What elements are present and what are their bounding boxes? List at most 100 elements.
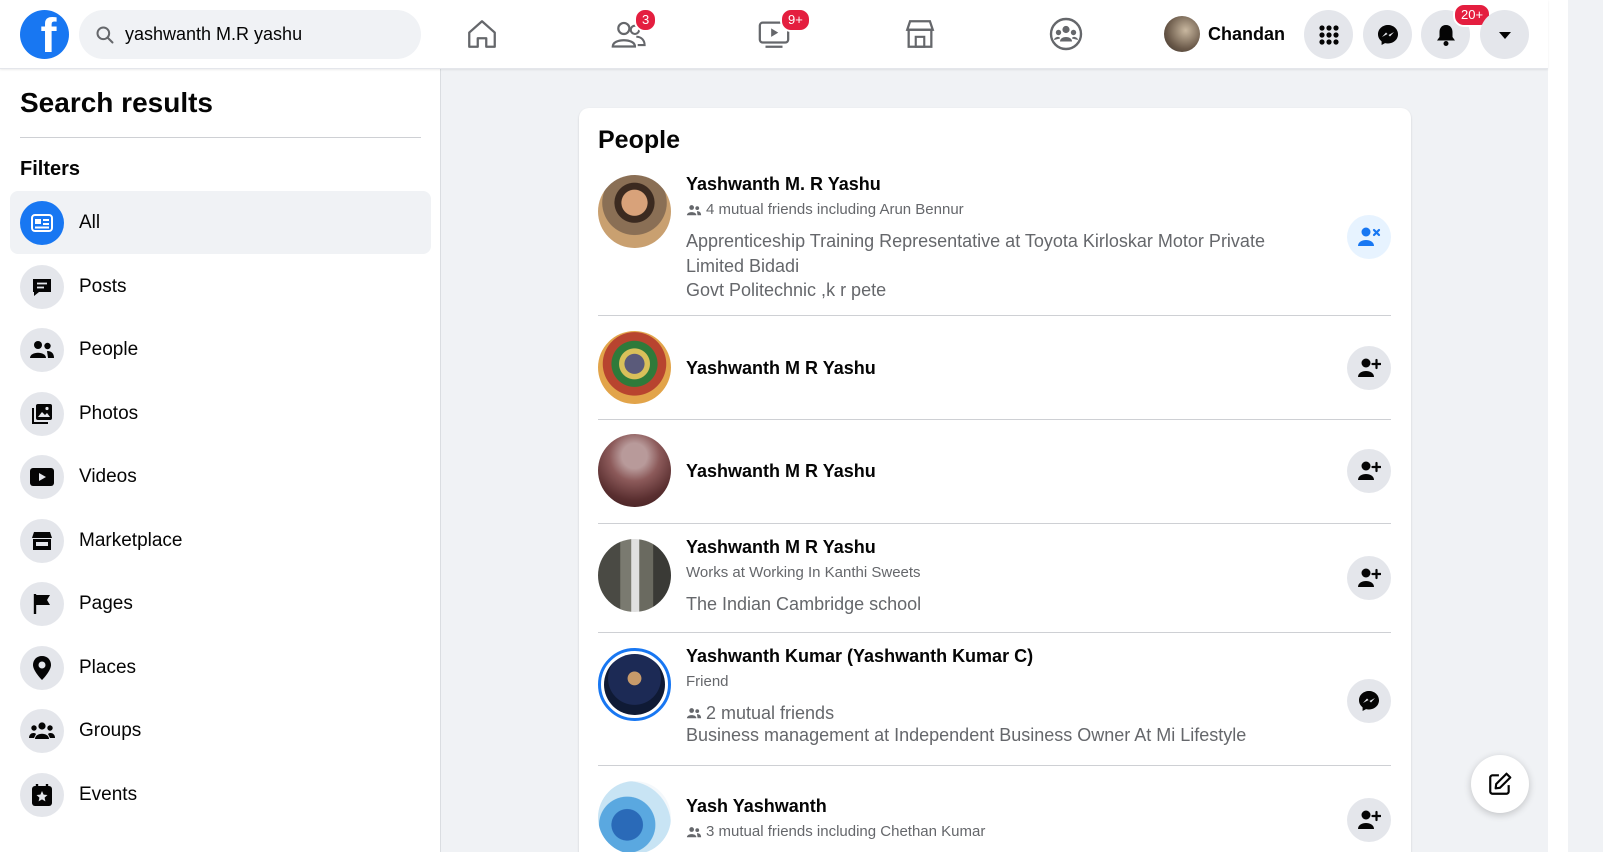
mutual-friends-icon [686, 826, 702, 837]
divider [20, 137, 421, 138]
person-name[interactable]: Yashwanth M. R Yashu [686, 173, 1326, 195]
filter-all[interactable]: All [10, 191, 431, 254]
filter-groups[interactable]: Groups [10, 699, 431, 762]
person-work: Works at Working In Kanthi Sweets [686, 564, 921, 581]
events-icon [20, 772, 64, 817]
places-icon [20, 645, 64, 690]
filter-places[interactable]: Places [10, 636, 431, 699]
avatar[interactable] [598, 648, 671, 721]
avatar[interactable] [598, 331, 671, 404]
person-education: The Indian Cambridge school [686, 594, 922, 614]
avatar[interactable] [598, 434, 671, 507]
messenger-button[interactable] [1363, 10, 1412, 59]
mutual-friends-icon [686, 707, 702, 718]
groups-nav-icon[interactable] [1046, 14, 1086, 54]
person-name[interactable]: Yashwanth M R Yashu [686, 460, 1326, 482]
menu-button[interactable] [1304, 10, 1353, 59]
cancel-request-button[interactable] [1347, 215, 1391, 259]
add-friend-icon [1358, 461, 1381, 480]
person-description: Apprenticeship Training Representative a… [686, 231, 1265, 276]
person-description: Business management at Independent Busin… [686, 725, 1247, 745]
people-results-card: People Yashwanth M. R Yashu 4 mutual fri… [579, 108, 1411, 852]
search-input[interactable] [125, 24, 405, 45]
person-name[interactable]: Yashwanth Kumar (Yashwanth Kumar C) [686, 645, 1326, 667]
top-navigation-bar: f 3 9+ Chandan 20+ [0, 0, 1548, 69]
account-menu-button[interactable] [1480, 10, 1529, 59]
filter-label: Videos [79, 465, 137, 487]
add-friend-button[interactable] [1347, 556, 1391, 600]
page-scrollbar[interactable] [1548, 0, 1568, 852]
add-friend-button[interactable] [1347, 798, 1391, 842]
filter-photos[interactable]: Photos [10, 382, 431, 445]
marketplace-icon [20, 518, 64, 563]
avatar[interactable] [598, 781, 671, 852]
filter-label: Photos [79, 402, 139, 424]
add-friend-icon [1358, 568, 1381, 587]
facebook-logo-icon[interactable]: f [20, 10, 69, 59]
mutual-friends-icon [686, 204, 702, 215]
filter-events[interactable]: Events [10, 763, 431, 826]
profile-name: Chandan [1208, 23, 1286, 44]
avatar[interactable] [598, 175, 671, 248]
mutual-friends: 4 mutual friends including Arun Bennur [686, 200, 1326, 220]
cancel-friend-request-icon [1358, 227, 1381, 246]
filter-videos[interactable]: Videos [10, 445, 431, 508]
add-friend-button[interactable] [1347, 449, 1391, 493]
friend-status: Friend [686, 673, 729, 690]
filter-label: Pages [79, 592, 133, 614]
filter-label: All [79, 211, 101, 233]
marketplace-nav-icon[interactable] [900, 14, 940, 54]
filter-label: Marketplace [79, 529, 183, 551]
filter-posts[interactable]: Posts [10, 255, 431, 318]
mutual-friends: 3 mutual friends including Chethan Kumar [686, 822, 1326, 842]
add-friend-icon [1358, 810, 1381, 829]
mutual-friends: 2 mutual friends [686, 703, 1326, 723]
list-item[interactable]: Yashwanth M R Yashu [598, 420, 1391, 524]
message-button[interactable] [1347, 679, 1391, 723]
profile-chip[interactable]: Chandan [1164, 15, 1285, 53]
watch-badge: 9+ [780, 8, 811, 32]
person-name[interactable]: Yashwanth M R Yashu [686, 357, 1326, 379]
filter-label: People [79, 338, 139, 360]
person-name[interactable]: Yash Yashwanth [686, 795, 1326, 817]
new-message-button[interactable] [1471, 755, 1529, 813]
search-box[interactable] [79, 10, 421, 59]
avatar [1164, 16, 1200, 52]
people-icon [20, 327, 64, 372]
caret-down-icon [1498, 31, 1511, 39]
search-icon [96, 26, 114, 43]
person-education: Govt Politechnic ,k r pete [686, 280, 887, 300]
avatar[interactable] [598, 539, 671, 612]
section-title: People [598, 126, 680, 154]
bell-icon [1436, 24, 1455, 46]
photos-icon [20, 391, 64, 436]
compose-icon [1489, 772, 1512, 795]
filter-pages[interactable]: Pages [10, 572, 431, 635]
list-item[interactable]: Yashwanth M R Yashu [598, 316, 1391, 420]
messenger-icon [1377, 24, 1398, 45]
filter-label: Groups [79, 719, 142, 741]
filter-label: Places [79, 656, 137, 678]
friends-badge: 3 [634, 8, 658, 32]
add-friend-button[interactable] [1347, 346, 1391, 390]
filter-marketplace[interactable]: Marketplace [10, 509, 431, 572]
list-item[interactable]: Yash Yashwanth 3 mutual friends includin… [598, 766, 1391, 852]
filter-label: Posts [79, 275, 127, 297]
add-friend-icon [1358, 358, 1381, 377]
pages-icon [20, 581, 64, 626]
filter-people[interactable]: People [10, 318, 431, 381]
list-item[interactable]: Yashwanth M. R Yashu 4 mutual friends in… [598, 171, 1391, 316]
videos-icon [20, 454, 64, 499]
list-item[interactable]: Yashwanth Kumar (Yashwanth Kumar C) Frie… [598, 633, 1391, 766]
messenger-icon [1359, 691, 1379, 711]
filters-heading: Filters [20, 158, 81, 180]
filter-label: Events [79, 783, 138, 805]
groups-icon [20, 708, 64, 753]
page-title: Search results [20, 87, 213, 118]
search-filters-sidebar: Search results Filters All Posts People … [0, 69, 441, 852]
list-item[interactable]: Yashwanth M R Yashu Works at Working In … [598, 524, 1391, 633]
posts-icon [20, 264, 64, 309]
grid-menu-icon [1318, 24, 1339, 45]
person-name[interactable]: Yashwanth M R Yashu [686, 536, 1326, 558]
home-nav-icon[interactable] [462, 14, 502, 54]
